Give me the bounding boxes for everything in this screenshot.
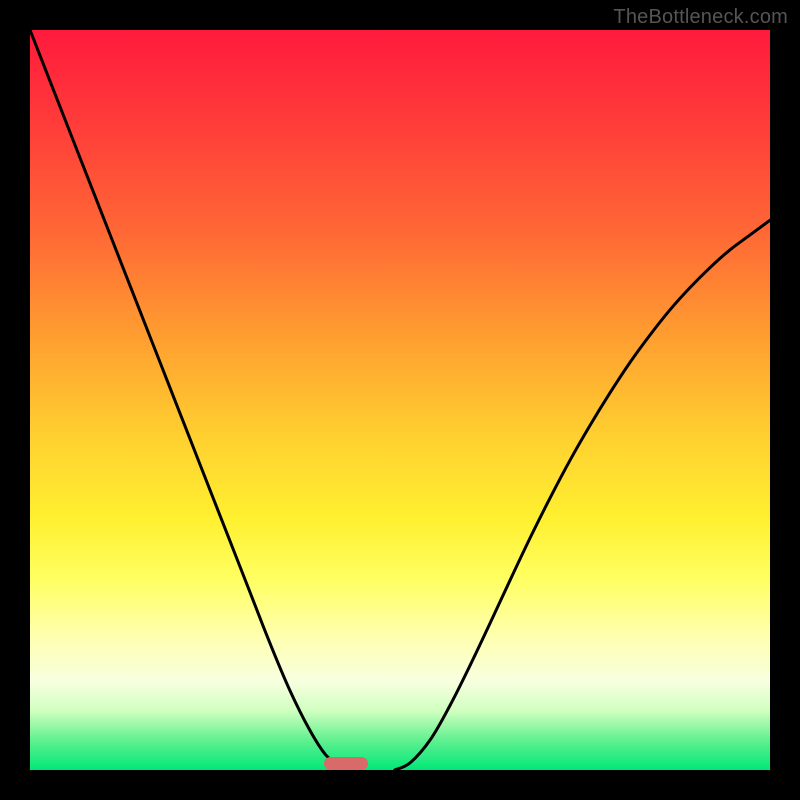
chart-frame: TheBottleneck.com — [0, 0, 800, 800]
curve-right-branch — [395, 220, 770, 770]
optimum-marker — [324, 757, 368, 770]
curve-left-branch — [30, 30, 350, 770]
watermark-text: TheBottleneck.com — [613, 6, 788, 29]
bottleneck-curve — [30, 30, 770, 770]
